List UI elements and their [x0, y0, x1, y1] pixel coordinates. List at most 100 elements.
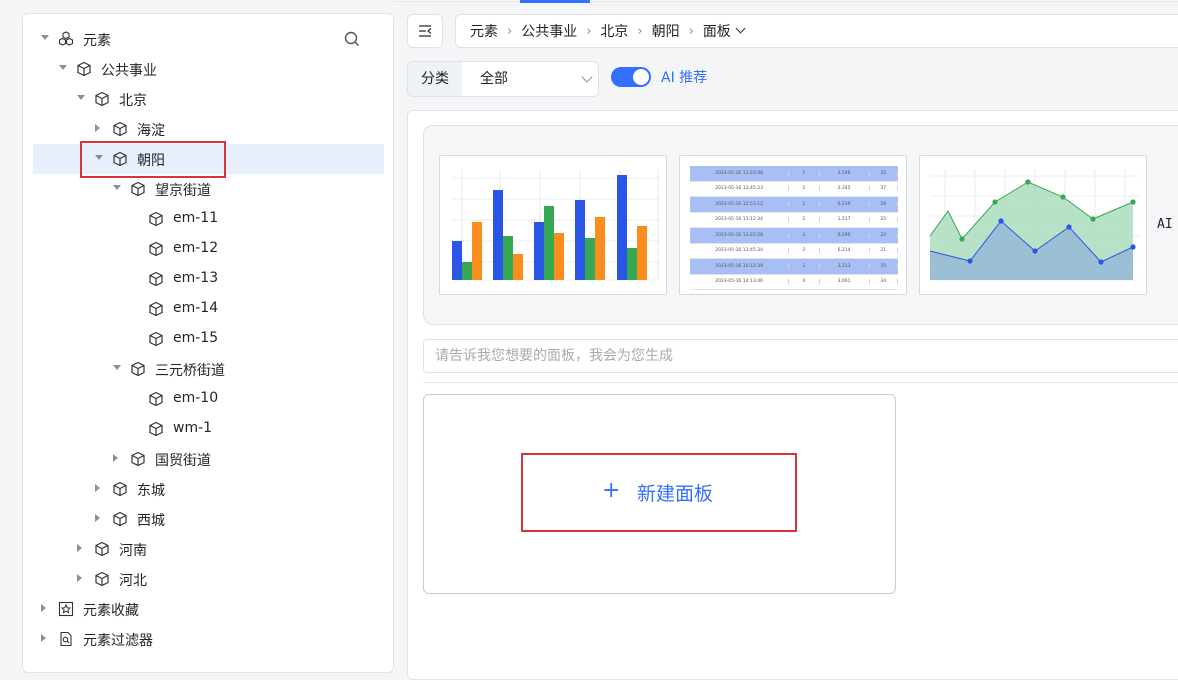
tree-item[interactable]: 东城: [33, 474, 384, 504]
breadcrumb-current[interactable]: 面板: [703, 21, 731, 41]
tree-item[interactable]: 元素过滤器: [33, 624, 384, 654]
star-box-icon: [58, 601, 74, 617]
elements-icon: [58, 31, 74, 47]
tree-item[interactable]: em-12: [33, 234, 384, 264]
tree-item[interactable]: 望京街道: [33, 174, 384, 204]
breadcrumb-item[interactable]: 元素: [470, 21, 498, 41]
template-more-label: AI: [1157, 217, 1173, 232]
table-thumb-cell: 2023-05-16 13:45:23: [690, 186, 790, 192]
tree-item[interactable]: em-14: [33, 294, 384, 324]
table-thumb-cell: 6,239: [820, 201, 870, 207]
tree-item[interactable]: 海淀: [33, 114, 384, 144]
tree-item-label: wm-1: [173, 420, 213, 436]
tree-item-label: 元素: [83, 33, 111, 49]
caret-right-icon[interactable]: [77, 574, 82, 582]
caret-right-icon[interactable]: [95, 124, 100, 132]
table-thumb-cell: 28: [870, 201, 898, 207]
tree-item-label: em-13: [173, 270, 219, 286]
table-thumb-cell: 6,290: [820, 232, 870, 238]
breadcrumb-item[interactable]: 朝阳: [652, 21, 680, 41]
table-thumb-cell: 2,345: [820, 186, 870, 192]
ai-recommend-label: AI 推荐: [661, 70, 708, 86]
table-thumb-cell: 35: [870, 263, 898, 269]
caret-right-icon[interactable]: [41, 634, 46, 642]
table-thumb-row: 2023-05-16 14:13:46 4 3,061 34: [690, 274, 898, 290]
tree-item-label: 三元桥街道: [155, 363, 225, 379]
caret-right-icon[interactable]: [77, 544, 82, 552]
tree-item[interactable]: 元素: [33, 24, 384, 54]
breadcrumb-item[interactable]: 公共事业: [521, 21, 577, 41]
table-thumb-cell: 2023-05-16 13:23:48: [690, 170, 790, 176]
caret-right-icon[interactable]: [113, 454, 118, 462]
template-table[interactable]: 2023-05-16 13:23:48 1 3,546 35 2023-05-16 13…: [679, 155, 907, 295]
tree-item-label: 公共事业: [101, 63, 157, 79]
tree-item-label: 元素过滤器: [83, 633, 153, 649]
cube-icon: [112, 511, 128, 527]
tree-item[interactable]: em-11: [33, 204, 384, 234]
cube-icon: [94, 571, 110, 587]
table-thumb-cell: 34: [870, 279, 898, 285]
template-bar-chart[interactable]: [439, 155, 667, 295]
collapse-sidebar-button[interactable]: [407, 14, 443, 48]
cube-icon: [130, 181, 146, 197]
tree-item[interactable]: wm-1: [33, 414, 384, 444]
tree-item[interactable]: em-10: [33, 384, 384, 414]
caret-right-icon[interactable]: [95, 484, 100, 492]
ai-prompt-input[interactable]: [423, 339, 1178, 373]
tree-item[interactable]: 元素收藏: [33, 594, 384, 624]
top-divider: [394, 1, 1178, 2]
caret-down-icon[interactable]: [113, 185, 121, 190]
table-thumb-cell: 21: [870, 248, 898, 254]
area-chart-thumbnail: [929, 170, 1140, 281]
cube-icon: [148, 301, 164, 317]
tree-item[interactable]: 公共事业: [33, 54, 384, 84]
table-thumb-cell: 2023-05-16 13:45:34: [690, 248, 790, 254]
chevron-down-icon[interactable]: [581, 71, 593, 83]
caret-down-icon[interactable]: [59, 65, 67, 70]
category-filter[interactable]: 分类 全部: [407, 61, 599, 97]
breadcrumb-item[interactable]: 北京: [600, 21, 628, 41]
cube-icon: [148, 271, 164, 287]
tree-item[interactable]: em-13: [33, 264, 384, 294]
cube-icon: [130, 451, 146, 467]
tree-item-label: 西城: [137, 513, 165, 529]
chevron-right-icon: ›: [586, 23, 592, 39]
template-area-chart[interactable]: [919, 155, 1147, 295]
category-select-value[interactable]: 全部: [480, 62, 508, 96]
tree-item[interactable]: 国贸街道: [33, 444, 384, 474]
cube-icon: [148, 211, 164, 227]
tree-item[interactable]: em-15: [33, 324, 384, 354]
breadcrumb: 元素 › 公共事业 › 北京 › 朝阳 › 面板: [455, 14, 1178, 48]
caret-down-icon[interactable]: [41, 35, 49, 40]
table-thumb-row: 2023-05-16 13:23:48 1 3,546 35: [690, 166, 898, 182]
caret-right-icon[interactable]: [41, 604, 46, 612]
tree-item-label: em-12: [173, 240, 219, 256]
tree-item[interactable]: 三元桥街道: [33, 354, 384, 384]
table-thumb-cell: 2023-05-16 12:53:12: [690, 201, 790, 207]
tree-item[interactable]: 河南: [33, 534, 384, 564]
table-thumb-cell: 6,214: [820, 248, 870, 254]
plus-icon[interactable]: +: [602, 480, 620, 502]
new-panel-label[interactable]: 新建面板: [637, 479, 713, 506]
table-thumb-row: 2023-05-16 14:12:39 3 3,213 35: [690, 259, 898, 275]
caret-down-icon[interactable]: [77, 95, 85, 100]
cube-icon: [112, 121, 128, 137]
tree-item-label: em-14: [173, 300, 219, 316]
tree-item[interactable]: 西城: [33, 504, 384, 534]
table-thumbnail: 2023-05-16 13:23:48 1 3,546 35 2023-05-16 13…: [690, 166, 898, 290]
ai-recommend-toggle[interactable]: [611, 67, 651, 87]
table-thumb-cell: 3,213: [820, 263, 870, 269]
chevron-down-icon[interactable]: [735, 23, 746, 33]
cube-icon: [148, 391, 164, 407]
tree-item[interactable]: 河北: [33, 564, 384, 594]
table-thumb-cell: 35: [870, 170, 898, 176]
caret-down-icon[interactable]: [113, 365, 121, 370]
caret-right-icon[interactable]: [95, 514, 100, 522]
filter-doc-icon: [58, 631, 74, 647]
table-thumb-cell: 2023-05-16 13:12:34: [690, 217, 790, 223]
table-thumb-cell: 2023-05-16 14:12:39: [690, 263, 790, 269]
table-thumb-cell: 3,546: [820, 170, 870, 176]
section-divider: [423, 382, 1178, 383]
table-thumb-cell: 3: [789, 232, 820, 238]
tree-item[interactable]: 北京: [33, 84, 384, 114]
